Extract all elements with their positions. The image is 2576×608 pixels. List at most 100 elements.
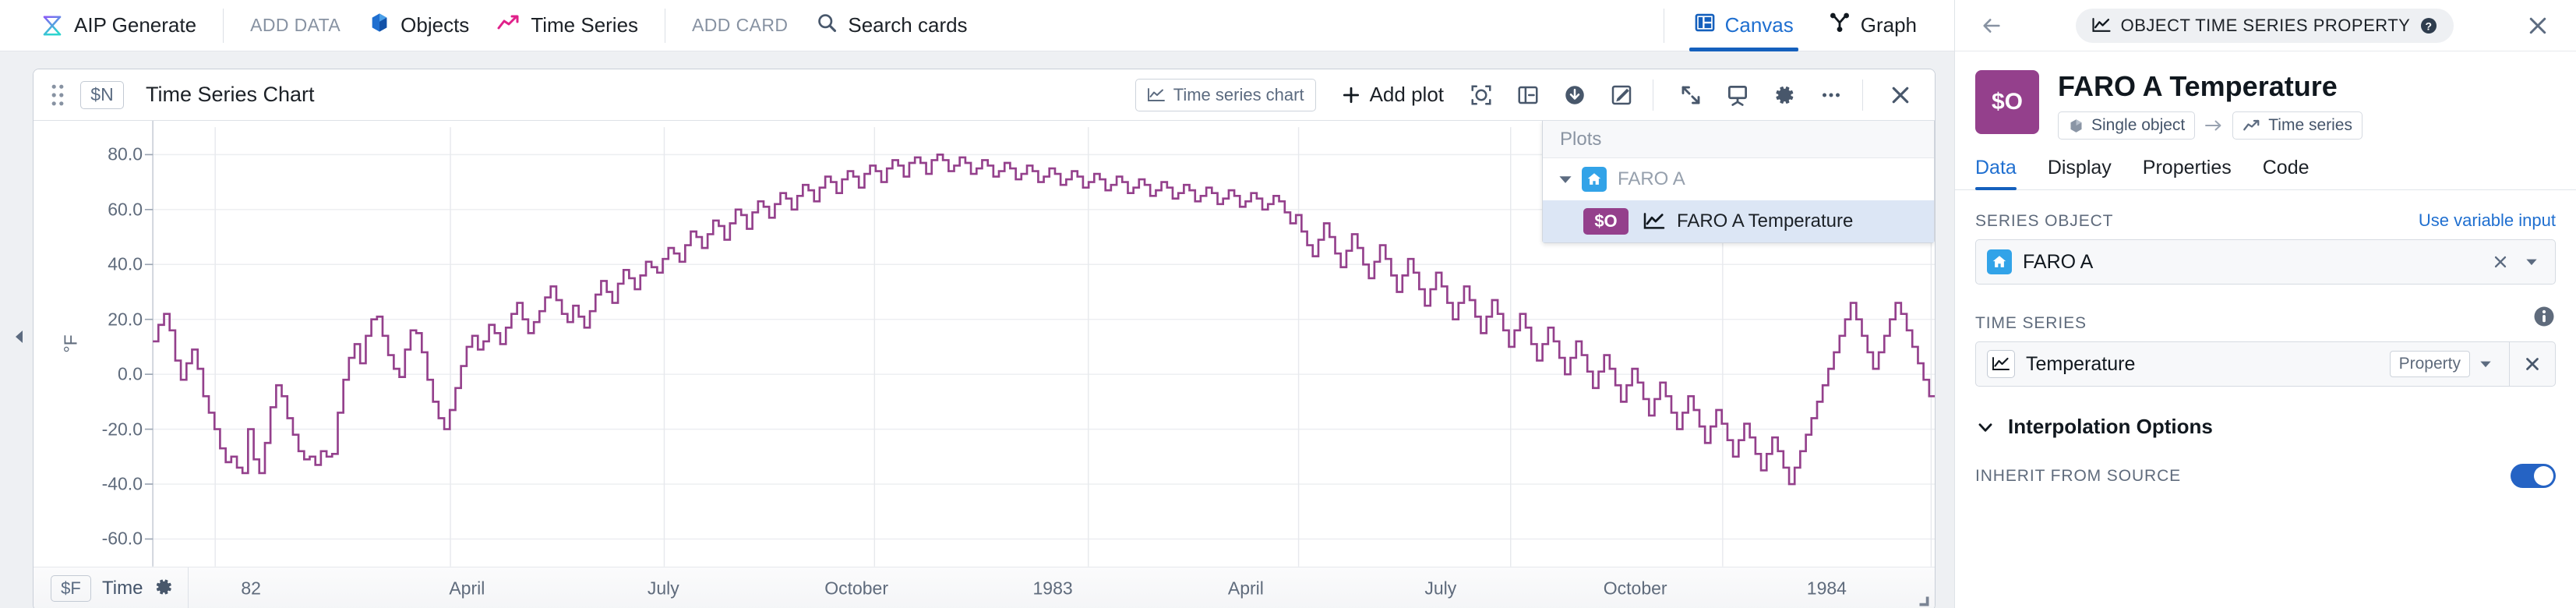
series-object-select[interactable]: FARO A (1975, 239, 2556, 285)
caret-down-icon[interactable] (1555, 169, 1576, 189)
chip-time-series[interactable]: Time series (2232, 111, 2363, 140)
help-circle-icon[interactable]: ? (2419, 16, 2438, 35)
x-axis-controls: $F Time (34, 567, 189, 608)
toolbar-item-search-cards[interactable]: Search cards (802, 0, 981, 51)
plots-item-faro-a-temperature[interactable]: $O FARO A Temperature (1543, 200, 1934, 242)
clear-series-object-button[interactable] (2485, 246, 2516, 277)
card-variable-badge[interactable]: $N (80, 80, 124, 109)
more-options-button[interactable] (1811, 76, 1851, 114)
cube-icon (2070, 119, 2082, 133)
toolbar-item-add-card: ADD CARD (678, 0, 802, 51)
plots-popover: Plots FARO A $O FARO A Temperature (1542, 121, 1935, 243)
expand-fullscreen-button[interactable] (1671, 76, 1711, 114)
clear-time-series-button[interactable] (2510, 341, 2555, 387)
inspector-type-chips: Single object Time series (2058, 111, 2363, 140)
card-title: Time Series Chart (146, 83, 315, 106)
x-tick-label: 1984 (1806, 578, 1847, 599)
close-card-button[interactable] (1880, 76, 1921, 114)
chip-single-object[interactable]: Single object (2058, 111, 2196, 140)
tab-label: Properties (2142, 157, 2232, 179)
main-region: AIP Generate ADD DATA Objects Time Serie… (0, 0, 1954, 608)
graph-node-icon (1828, 12, 1851, 39)
timeseries-chart-icon (2092, 18, 2111, 32)
tab-graph[interactable]: Graph (1811, 0, 1934, 51)
plots-item-badge: $O (1583, 208, 1629, 235)
inspector-header: $O FARO A Temperature Single object Time… (1955, 51, 2576, 140)
app-root: AIP Generate ADD DATA Objects Time Serie… (0, 0, 2576, 608)
section-title: Interpolation Options (2008, 415, 2213, 439)
card-settings-button[interactable] (1764, 76, 1805, 114)
x-tick-label: October (1603, 578, 1667, 599)
right-inspector-panel: OBJECT TIME SERIES PROPERTY ? $O FARO A … (1954, 0, 2576, 608)
svg-text:?: ? (2426, 19, 2433, 32)
aip-logo-icon (41, 14, 64, 37)
x-axis-label: Time (102, 578, 143, 599)
tab-code[interactable]: Code (2247, 157, 2325, 189)
y-axis-title: °F (60, 334, 81, 353)
series-object-dropdown-button[interactable] (2516, 246, 2547, 277)
inspector-top-bar: OBJECT TIME SERIES PROPERTY ? (1955, 0, 2576, 51)
home-object-icon (1987, 249, 2012, 275)
toolbar-item-label: ADD DATA (250, 15, 341, 35)
caret-left-icon (16, 330, 23, 343)
interpolation-options-section-header[interactable]: Interpolation Options (1975, 415, 2556, 439)
close-icon (2494, 256, 2507, 268)
toolbar-item-time-series[interactable]: Time Series (483, 0, 652, 51)
timeseries-chart-icon (1643, 212, 1666, 231)
tab-label: Display (2047, 157, 2112, 179)
side-panel-icon (1518, 86, 1538, 104)
collapse-left-panel-button[interactable] (11, 321, 28, 352)
inherit-from-source-toggle[interactable] (2511, 464, 2556, 489)
plot-area[interactable]: 80.0 60.0 40.0 20.0 0.0 -20.0 -40.0 -60.0 °F Pl… (34, 121, 1935, 567)
x-tick-label: April (1227, 578, 1264, 599)
edit-button[interactable] (1601, 76, 1642, 114)
gear-icon[interactable] (154, 577, 174, 601)
toolbar-item-objects[interactable]: Objects (355, 0, 483, 51)
objects-cube-icon (369, 12, 390, 39)
back-button[interactable] (1974, 8, 2010, 44)
plus-icon (1343, 87, 1359, 103)
tab-data[interactable]: Data (1975, 157, 2032, 191)
plots-group-faro-a[interactable]: FARO A (1543, 158, 1934, 200)
drag-handle-icon[interactable] (51, 84, 65, 106)
info-icon[interactable] (2532, 305, 2556, 328)
time-series-value: Temperature (2026, 352, 2136, 375)
toolbar-item-label: Search cards (848, 13, 968, 37)
close-inspector-button[interactable] (2520, 8, 2556, 44)
chevron-down-icon (2480, 362, 2491, 368)
x-axis-variable-badge[interactable]: $F (51, 575, 91, 603)
inspector-body: SERIES OBJECT Use variable input FARO A (1955, 190, 2576, 608)
presentation-button[interactable] (1717, 76, 1758, 114)
x-tick-label: October (824, 578, 889, 599)
toolbar-divider (223, 8, 224, 43)
time-series-dropdown-button[interactable] (2470, 348, 2501, 380)
toolbar-item-aip-generate[interactable]: AIP Generate (26, 0, 210, 51)
gear-icon (1776, 86, 1794, 104)
tab-canvas[interactable]: Canvas (1677, 0, 1811, 51)
plots-group-label: FARO A (1618, 168, 1685, 189)
inspector-title-block: FARO A Temperature Single object Time se… (2058, 70, 2363, 140)
expand-fullscreen-icon (1681, 86, 1700, 104)
chevron-down-icon (1978, 423, 1992, 432)
x-axis-footer: $F Time 82 April July October 1983 April July O… (34, 566, 1935, 608)
home-object-icon (1582, 167, 1607, 192)
focus-target-button[interactable] (1461, 76, 1501, 114)
time-series-select[interactable]: Temperature Property (1975, 341, 2556, 387)
more-options-icon (1823, 93, 1840, 97)
inspector-type-pill[interactable]: OBJECT TIME SERIES PROPERTY ? (2075, 8, 2454, 43)
use-variable-input-link[interactable]: Use variable input (2419, 210, 2556, 231)
inspector-tabs: Data Display Properties Code (1955, 157, 2576, 191)
chart-type-label: Time series chart (1173, 84, 1304, 104)
card-resize-handle[interactable] (1916, 593, 1930, 607)
timeseries-arrow-icon (2243, 120, 2260, 131)
tab-display[interactable]: Display (2032, 157, 2127, 189)
add-plot-label: Add plot (1369, 83, 1444, 106)
close-icon (2526, 358, 2539, 371)
add-plot-button[interactable]: Add plot (1330, 76, 1455, 114)
timeseries-arrow-icon (497, 13, 520, 37)
tab-properties[interactable]: Properties (2127, 157, 2247, 189)
side-panel-button[interactable] (1508, 76, 1548, 114)
download-button[interactable] (1554, 76, 1595, 114)
timeseries-chart-icon (1147, 87, 1165, 101)
chart-type-chip[interactable]: Time series chart (1134, 78, 1316, 111)
